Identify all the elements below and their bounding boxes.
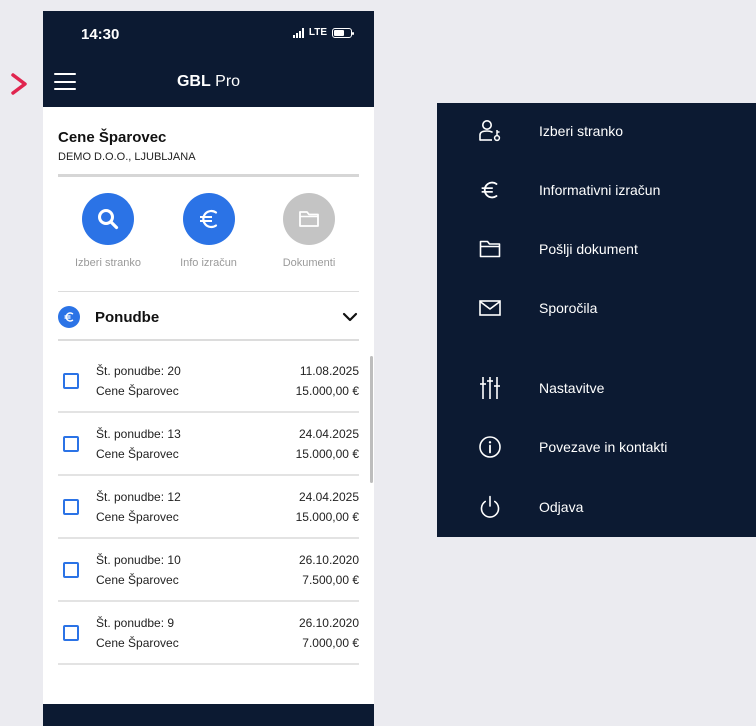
menu-label: Sporočila [539, 300, 598, 316]
offer-date: 26.10.2020 [298, 552, 359, 567]
offers-list: Št. ponudbe: 20 Cene Šparovec 11.08.2025 1… [43, 350, 374, 665]
chevron-down-icon[interactable] [341, 308, 359, 326]
euro-icon [477, 177, 503, 203]
offer-amount: 15.000,00 € [295, 509, 359, 524]
offer-date: 11.08.2025 [299, 363, 359, 378]
menu-label: Nastavitve [539, 380, 605, 396]
offers-section-header[interactable]: Ponudbe [43, 292, 374, 328]
pointer-arrow-icon [11, 73, 27, 95]
bottom-bar [43, 704, 374, 726]
mail-icon [477, 295, 503, 321]
menu-label: Pošlji dokument [539, 241, 638, 257]
offer-amount: 7.000,00 € [302, 635, 359, 650]
euro-badge-icon [58, 306, 80, 328]
offer-client: Cene Šparovec [96, 383, 179, 398]
info-icon [477, 434, 503, 460]
offer-date: 24.04.2025 [298, 426, 359, 441]
offer-client: Cene Šparovec [96, 446, 179, 461]
offer-checkbox[interactable] [63, 561, 79, 578]
offer-amount: 15.000,00 € [295, 383, 359, 398]
menu-item-send-document[interactable]: Pošlji dokument [437, 229, 756, 269]
offer-client: Cene Šparovec [96, 635, 179, 650]
network-label: LTE [308, 27, 327, 38]
offer-number: Št. ponudbe: 10 [96, 552, 181, 567]
list-item[interactable]: Št. ponudbe: 13 Cene Šparovec 24.04.2025 1… [58, 413, 359, 476]
folder-icon [477, 236, 503, 262]
offer-checkbox[interactable] [63, 498, 79, 515]
section-divider [58, 339, 359, 341]
action-label: Izberi stranko [74, 257, 142, 269]
offer-number: Št. ponudbe: 13 [96, 426, 181, 441]
folder-icon [283, 193, 335, 245]
offer-date: 26.10.2020 [298, 615, 359, 630]
list-item[interactable]: Št. ponudbe: 10 Cene Šparovec 26.10.2020 7… [58, 539, 359, 602]
menu-item-settings[interactable]: Nastavitve [437, 368, 756, 408]
offer-number: Št. ponudbe: 20 [96, 363, 181, 378]
status-time: 14:30 [81, 26, 120, 43]
battery-icon [332, 27, 354, 38]
menu-item-select-client[interactable]: Izberi stranko [437, 111, 756, 151]
power-icon [477, 494, 503, 520]
list-item[interactable]: Št. ponudbe: 9 Cene Šparovec 26.10.2020 7.… [58, 602, 359, 665]
quick-actions: Izberi stranko Info izračun Dokumenti [43, 177, 374, 269]
menu-item-info-calculation[interactable]: Informativni izračun [437, 170, 756, 210]
client-name: Cene Šparovec [58, 129, 167, 146]
status-bar: 14:30 LTE [43, 11, 374, 57]
side-menu: Izberi stranko Informativni izračun Pošl… [437, 103, 756, 537]
client-company: DEMO D.O.O., LJUBLJANA [58, 151, 196, 163]
action-label: Dokumenti [282, 257, 336, 269]
menu-label: Izberi stranko [539, 123, 624, 139]
phone-screen: 14:30 LTE GBL Pro Cene Šparovec DEMO D.O… [43, 11, 374, 726]
offer-client: Cene Šparovec [96, 509, 179, 524]
offer-date: 24.04.2025 [298, 489, 359, 504]
section-title: Ponudbe [95, 308, 160, 326]
menu-label: Odjava [539, 499, 584, 515]
user-key-icon [477, 118, 503, 144]
app-bar: GBL Pro [43, 57, 374, 107]
offer-amount: 7.500,00 € [302, 572, 359, 587]
app-title: GBL Pro [176, 73, 241, 90]
list-item[interactable]: Št. ponudbe: 20 Cene Šparovec 11.08.2025 1… [58, 350, 359, 413]
action-info-calculation[interactable]: Info izračun [164, 193, 254, 269]
euro-icon [182, 193, 235, 245]
action-select-client[interactable]: Izberi stranko [63, 193, 153, 269]
signal-icon [292, 27, 304, 38]
offer-checkbox[interactable] [63, 435, 79, 452]
offer-checkbox[interactable] [63, 372, 79, 389]
sliders-icon [477, 375, 503, 401]
offer-number: Št. ponudbe: 9 [96, 615, 175, 630]
scrollbar[interactable] [370, 356, 373, 483]
search-icon [82, 193, 134, 245]
action-label: Info izračun [180, 257, 237, 269]
offer-client: Cene Šparovec [96, 572, 179, 587]
menu-item-messages[interactable]: Sporočila [437, 288, 756, 328]
menu-item-links-contacts[interactable]: Povezave in kontakti [437, 427, 756, 467]
offer-number: Št. ponudbe: 12 [96, 489, 181, 504]
client-info: Cene Šparovec DEMO D.O.O., LJUBLJANA [43, 107, 374, 163]
menu-label: Povezave in kontakti [539, 439, 668, 455]
action-documents[interactable]: Dokumenti [264, 193, 354, 269]
offer-checkbox[interactable] [63, 624, 79, 641]
list-item[interactable]: Št. ponudbe: 12 Cene Šparovec 24.04.2025 1… [58, 476, 359, 539]
menu-label: Informativni izračun [539, 182, 661, 198]
menu-item-logout[interactable]: Odjava [437, 487, 756, 527]
offer-amount: 15.000,00 € [295, 446, 359, 461]
status-indicators: LTE [292, 27, 354, 38]
